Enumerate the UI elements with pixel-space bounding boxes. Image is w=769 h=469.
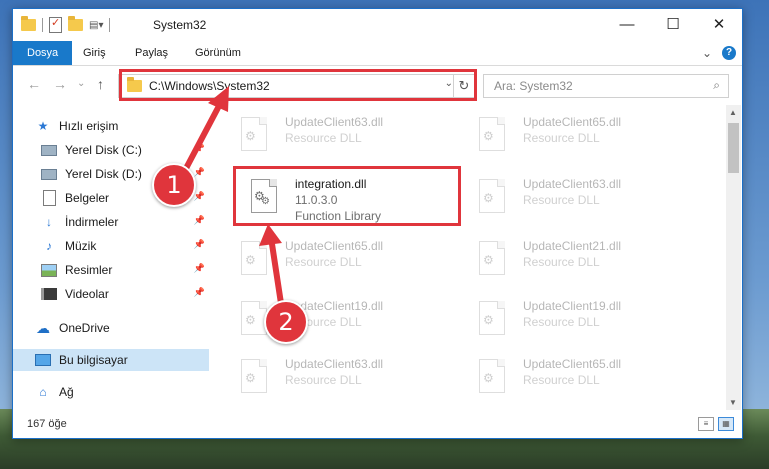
step-2-badge: 2 (264, 300, 308, 344)
arrow-to-file (259, 224, 285, 313)
arrow-to-address (179, 86, 229, 179)
step-1-badge: 1 (152, 163, 196, 207)
annotation-arrows (179, 86, 285, 313)
